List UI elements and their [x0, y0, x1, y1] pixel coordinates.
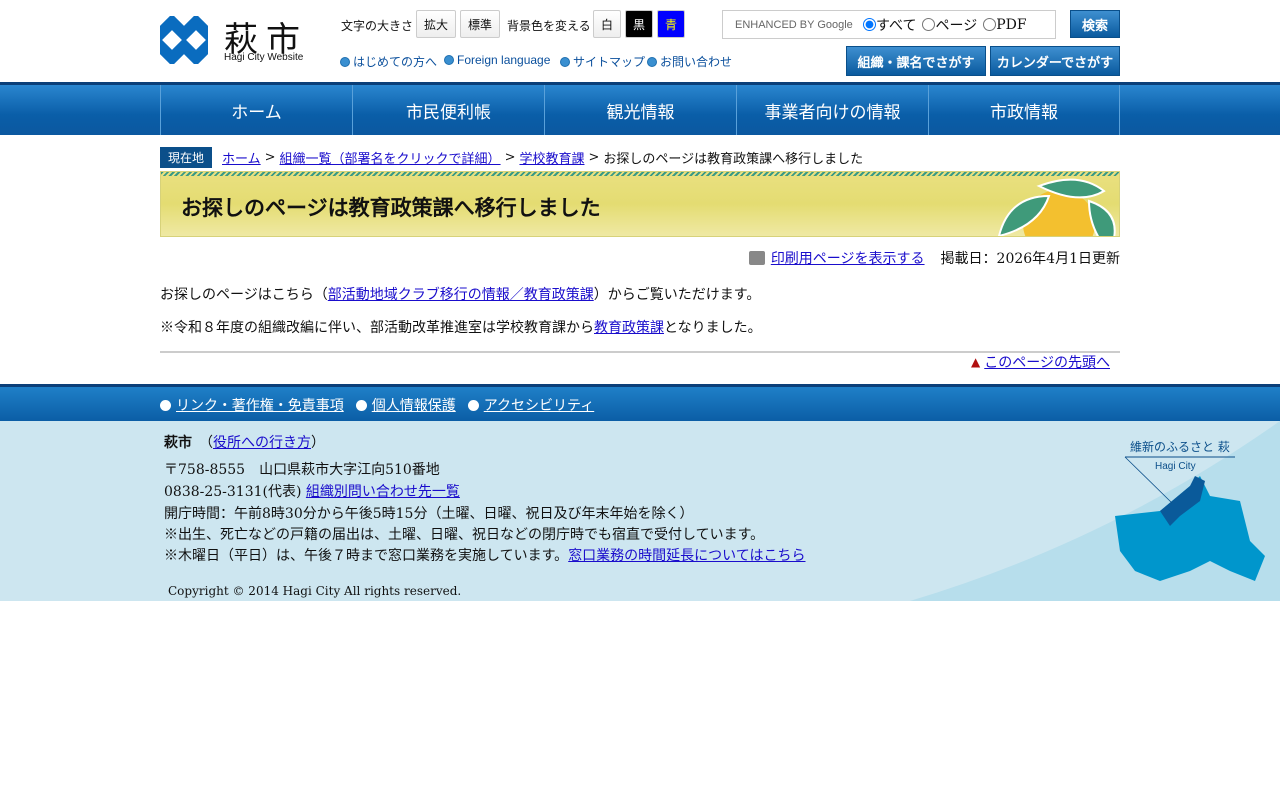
- breadcrumb-label: 現在地: [160, 147, 213, 168]
- logo-subtitle: Hagi City Website: [224, 52, 304, 63]
- nav-business[interactable]: 事業者向けの情報: [736, 85, 928, 135]
- global-nav: ホーム 市民便利帳 観光情報 事業者向けの情報 市政情報: [0, 82, 1280, 135]
- breadcrumb-current: お探しのページは教育政策課へ移行しました: [603, 152, 864, 167]
- footer-link-accessibility[interactable]: アクセシビリティ: [484, 395, 594, 415]
- link-label: サイトマップ: [573, 55, 646, 69]
- logo-mark[interactable]: [160, 16, 208, 64]
- option-label: PDF: [996, 16, 1027, 33]
- option-label: ページ: [935, 17, 978, 34]
- contact-link[interactable]: お問い合わせ: [647, 53, 732, 70]
- radio-pdf[interactable]: [983, 18, 997, 31]
- printer-icon: [748, 251, 765, 265]
- font-enlarge-button[interactable]: 拡大: [416, 10, 456, 38]
- nav-citizen-guide[interactable]: 市民便利帳: [352, 85, 544, 135]
- separator: >: [264, 150, 276, 165]
- link-label: はじめての方へ: [353, 55, 438, 69]
- search-button[interactable]: 検索: [1070, 10, 1120, 38]
- publish-date: 掲載日：2026年4月1日更新: [940, 251, 1120, 267]
- footer-address: 〒758-8555 山口県萩市大字江向510番地: [164, 462, 440, 478]
- back-to-top[interactable]: ▲ このページの先頭へ: [971, 352, 1110, 372]
- search-box[interactable]: ENHANCED BY Google すべて ページ PDF: [722, 10, 1056, 39]
- bg-white-button[interactable]: 白: [593, 10, 621, 38]
- footer-city-name: 萩市: [164, 435, 192, 451]
- breadcrumb-org-list[interactable]: 組織一覧（部署名をクリックで詳細）: [280, 148, 501, 167]
- arrow-up-icon: ▲: [971, 355, 981, 369]
- access-link[interactable]: 役所への行き方: [213, 435, 311, 451]
- footer-link-copyright[interactable]: リンク・著作権・免責事項: [176, 395, 344, 415]
- search-option-pdf[interactable]: PDF: [983, 16, 1027, 33]
- back-to-top-link[interactable]: このページの先頭へ: [984, 352, 1110, 372]
- footer-phone: 0838-25-3131(代表): [164, 484, 302, 500]
- text: お探しのページはこちら（: [160, 287, 328, 303]
- separator: >: [504, 150, 516, 165]
- radio-all[interactable]: [863, 18, 876, 31]
- calendar-search-button[interactable]: カレンダーでさがす: [990, 46, 1120, 76]
- bg-blue-button[interactable]: 青: [657, 10, 685, 38]
- sitemap-link[interactable]: サイトマップ: [560, 53, 645, 70]
- footer-note-thursday: ※木曜日（平日）は、午後７時まで窓口業務を実施しています。: [164, 548, 569, 564]
- page-meta: 印刷用ページを表示する 掲載日：2026年4月1日更新: [748, 248, 1120, 268]
- yamaguchi-map-icon: 維新のふるさと 萩 Hagi City: [910, 421, 1280, 601]
- page-title-banner: お探しのページは教育政策課へ移行しました: [160, 171, 1120, 237]
- breadcrumb-school-education[interactable]: 学校教育課: [519, 148, 584, 167]
- nav-home[interactable]: ホーム: [160, 85, 352, 135]
- map-subtitle: Hagi City: [1155, 461, 1196, 472]
- text: ）からご覧いただけます。: [593, 287, 761, 303]
- beginners-link[interactable]: はじめての方へ: [340, 53, 437, 70]
- footer-links-bar: リンク・著作権・免責事項 個人情報保護 アクセシビリティ: [0, 384, 1280, 421]
- footer-hours: 開庁時間：午前8時30分から午後5時15分（土曜、日曜、祝日及び年末年始を除く）: [164, 506, 694, 522]
- org-search-button[interactable]: 組織・課名でさがす: [846, 46, 986, 76]
- breadcrumb-home[interactable]: ホーム: [222, 148, 261, 167]
- citrus-decoration-icon: [997, 178, 1116, 236]
- search-option-all[interactable]: すべて: [863, 15, 916, 35]
- reorganization-note: ※令和８年度の組織改編に伴い、部活動改革推進室は学校教育課から教育政策課となりま…: [160, 317, 762, 337]
- font-size-label: 文字の大きさ: [341, 19, 414, 33]
- option-label: すべて: [876, 17, 917, 34]
- font-standard-button[interactable]: 標準: [460, 10, 500, 38]
- link-label: Foreign language: [457, 53, 551, 67]
- redirect-paragraph: お探しのページはこちら（部活動地域クラブ移行の情報／教育政策課）からご覧いただけ…: [160, 284, 760, 304]
- copyright: Copyright © 2014 Hagi City All rights re…: [168, 584, 462, 598]
- text: となりました。: [664, 320, 762, 336]
- bg-color-label: 背景色を変える: [507, 19, 591, 33]
- nav-tourism[interactable]: 観光情報: [544, 85, 736, 135]
- contacts-link[interactable]: 組織別問い合わせ先一覧: [306, 484, 460, 500]
- bullet-icon: [560, 56, 570, 67]
- bullet-icon: [467, 399, 479, 411]
- bullet-icon: [160, 399, 171, 411]
- link-label: お問い合わせ: [660, 55, 733, 69]
- footer-link-privacy[interactable]: 個人情報保護: [372, 395, 456, 415]
- text: ※令和８年度の組織改編に伴い、部活動改革推進室は学校教育課から: [160, 320, 594, 336]
- breadcrumb: 現在地 ホーム > 組織一覧（部署名をクリックで詳細） > 学校教育課 > お探しのペ…: [160, 147, 863, 168]
- bullet-icon: [355, 399, 367, 411]
- bullet-icon: [444, 55, 454, 65]
- bullet-icon: [340, 56, 350, 67]
- foreign-language-link[interactable]: Foreign language: [444, 53, 550, 67]
- nav-city-admin[interactable]: 市政情報: [928, 85, 1120, 135]
- footer-note-registry: ※出生、死亡などの戸籍の届出は、土曜、日曜、祝日などの閉庁時でも宿直で受付してい…: [164, 527, 765, 543]
- print-page-link[interactable]: 印刷用ページを表示する: [771, 248, 925, 268]
- bg-black-button[interactable]: 黒: [625, 10, 653, 38]
- page-title: お探しのページは教育政策課へ移行しました: [181, 197, 601, 220]
- radio-page[interactable]: [922, 18, 936, 31]
- google-branding: ENHANCED BY Google: [735, 18, 853, 31]
- footer: 維新のふるさと 萩 Hagi City 萩市 （役所への行き方） 〒758-85…: [0, 421, 1280, 601]
- club-transition-link[interactable]: 部活動地域クラブ移行の情報／教育政策課: [328, 287, 594, 303]
- separator: >: [588, 150, 600, 165]
- bullet-icon: [647, 56, 657, 67]
- map-title: 維新のふるさと 萩: [1130, 439, 1230, 454]
- extended-hours-link[interactable]: 窓口業務の時間延長についてはこちら: [568, 548, 805, 564]
- search-option-page[interactable]: ページ: [922, 15, 977, 35]
- education-policy-link[interactable]: 教育政策課: [594, 320, 664, 336]
